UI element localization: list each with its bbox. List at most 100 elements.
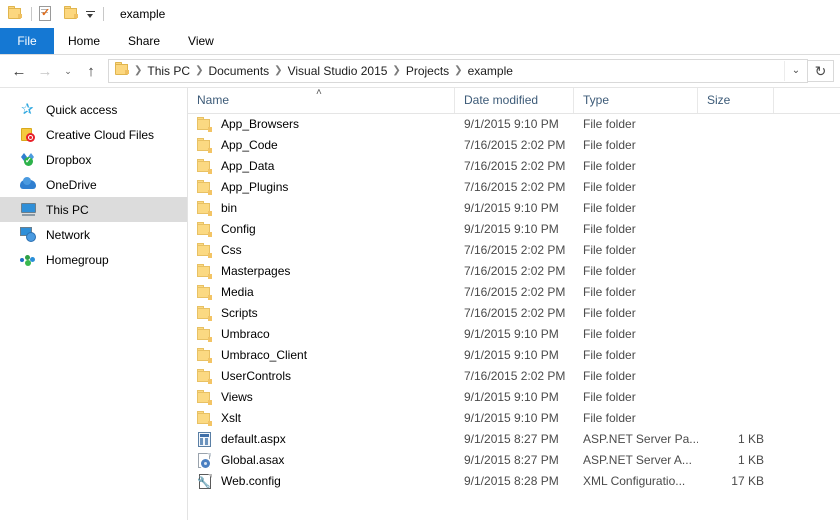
table-row[interactable]: App_Plugins 7/16/2015 2:02 PM File folde… xyxy=(188,177,840,198)
breadcrumb-separator[interactable]: ❯ xyxy=(390,61,402,81)
recent-locations-caret-icon[interactable]: ⌄ xyxy=(58,58,78,84)
type-cell: File folder xyxy=(574,387,698,408)
forward-button[interactable]: → xyxy=(32,58,58,84)
breadcrumb-item-documents[interactable]: Documents xyxy=(205,61,272,81)
file-name-cell: Umbraco_Client xyxy=(188,345,455,366)
table-row[interactable]: Scripts 7/16/2015 2:02 PM File folder xyxy=(188,303,840,324)
sidebar-item-label: OneDrive xyxy=(46,177,97,193)
qat-divider-2 xyxy=(103,7,104,21)
column-header-name[interactable]: Name ˄ xyxy=(188,88,455,113)
date-modified-cell: 9/1/2015 9:10 PM xyxy=(455,345,574,366)
sidebar-item-onedrive[interactable]: OneDrive xyxy=(0,172,187,197)
breadcrumb-separator[interactable]: ❯ xyxy=(452,61,464,81)
breadcrumb-item-this-pc[interactable]: This PC xyxy=(144,61,193,81)
sidebar-item-this-pc[interactable]: This PC xyxy=(0,197,187,222)
file-name-label: App_Browsers xyxy=(221,114,299,135)
column-header-filler xyxy=(774,88,840,113)
breadcrumb[interactable]: ❯ This PC ❯ Documents ❯ Visual Studio 20… xyxy=(108,59,808,83)
breadcrumb-item-projects[interactable]: Projects xyxy=(403,61,452,81)
tab-share[interactable]: Share xyxy=(114,28,174,54)
sidebar-item-creative-cloud-files[interactable]: Creative Cloud Files xyxy=(0,122,187,147)
date-modified-cell: 7/16/2015 2:02 PM xyxy=(455,303,574,324)
folder-icon xyxy=(197,138,213,153)
file-name-label: App_Data xyxy=(221,156,274,177)
sidebar-item-label: Quick access xyxy=(46,102,117,118)
table-row[interactable]: 🔧 Web.config 9/1/2015 8:28 PM XML Config… xyxy=(188,471,840,492)
new-folder-icon[interactable] xyxy=(64,6,80,22)
table-row[interactable]: Umbraco 9/1/2015 9:10 PM File folder xyxy=(188,324,840,345)
column-header-date-modified[interactable]: Date modified xyxy=(455,88,574,113)
creative-cloud-icon xyxy=(20,127,38,143)
table-row[interactable]: App_Data 7/16/2015 2:02 PM File folder xyxy=(188,156,840,177)
table-row[interactable]: default.aspx 9/1/2015 8:27 PM ASP.NET Se… xyxy=(188,429,840,450)
file-name-label: bin xyxy=(221,198,237,219)
table-row[interactable]: Media 7/16/2015 2:02 PM File folder xyxy=(188,282,840,303)
customize-quick-access-toolbar-icon[interactable] xyxy=(85,6,96,22)
sidebar-item-label: This PC xyxy=(46,202,89,218)
sidebar-item-dropbox[interactable]: Dropbox xyxy=(0,147,187,172)
type-cell: File folder xyxy=(574,219,698,240)
file-name-label: App_Code xyxy=(221,135,278,156)
column-header-size[interactable]: Size xyxy=(698,88,774,113)
refresh-button[interactable]: ↻ xyxy=(808,60,834,82)
table-row[interactable]: Umbraco_Client 9/1/2015 9:10 PM File fol… xyxy=(188,345,840,366)
size-cell xyxy=(698,387,774,408)
window-title: example xyxy=(120,0,165,28)
file-name-cell: 🔧 Web.config xyxy=(188,471,455,492)
sidebar-item-label: Creative Cloud Files xyxy=(46,127,154,143)
file-name-cell: Media xyxy=(188,282,455,303)
date-modified-cell: 9/1/2015 9:10 PM xyxy=(455,219,574,240)
breadcrumb-separator[interactable]: ❯ xyxy=(272,61,284,81)
folder-icon xyxy=(197,390,213,405)
table-row[interactable]: bin 9/1/2015 9:10 PM File folder xyxy=(188,198,840,219)
file-name-cell: Css xyxy=(188,240,455,261)
breadcrumb-item-visual-studio-2015[interactable]: Visual Studio 2015 xyxy=(285,61,391,81)
tab-view[interactable]: View xyxy=(174,28,228,54)
tab-home[interactable]: Home xyxy=(54,28,114,54)
table-row[interactable]: Xslt 9/1/2015 9:10 PM File folder xyxy=(188,408,840,429)
file-name-cell: Scripts xyxy=(188,303,455,324)
tab-file[interactable]: File xyxy=(0,28,54,54)
file-name-cell: Views xyxy=(188,387,455,408)
type-cell: File folder xyxy=(574,135,698,156)
table-row[interactable]: App_Code 7/16/2015 2:02 PM File folder xyxy=(188,135,840,156)
type-cell: File folder xyxy=(574,366,698,387)
table-row[interactable]: App_Browsers 9/1/2015 9:10 PM File folde… xyxy=(188,114,840,135)
properties-icon[interactable]: ✓ xyxy=(39,6,55,22)
column-header-row: Name ˄ Date modified Type Size xyxy=(188,88,840,114)
date-modified-cell: 9/1/2015 9:10 PM xyxy=(455,198,574,219)
breadcrumb-item-example[interactable]: example xyxy=(465,61,516,81)
back-button[interactable]: ← xyxy=(6,58,32,84)
table-row[interactable]: Global.asax 9/1/2015 8:27 PM ASP.NET Ser… xyxy=(188,450,840,471)
folder-icon xyxy=(197,117,213,132)
type-cell: File folder xyxy=(574,303,698,324)
date-modified-cell: 7/16/2015 2:02 PM xyxy=(455,156,574,177)
star-icon: ✰ xyxy=(20,102,38,118)
type-cell: File folder xyxy=(574,114,698,135)
folder-icon xyxy=(197,264,213,279)
breadcrumb-separator[interactable]: ❯ xyxy=(193,61,205,81)
up-button[interactable]: ↑ xyxy=(78,58,104,84)
homegroup-icon xyxy=(20,252,38,268)
table-row[interactable]: Config 9/1/2015 9:10 PM File folder xyxy=(188,219,840,240)
table-row[interactable]: Css 7/16/2015 2:02 PM File folder xyxy=(188,240,840,261)
folder-icon xyxy=(197,159,213,174)
size-cell xyxy=(698,261,774,282)
folder-icon xyxy=(197,327,213,342)
sidebar-item-quick-access[interactable]: ✰ Quick access xyxy=(0,97,187,122)
column-header-type[interactable]: Type xyxy=(574,88,698,113)
qat-divider-1 xyxy=(31,7,32,21)
table-row[interactable]: Masterpages 7/16/2015 2:02 PM File folde… xyxy=(188,261,840,282)
size-cell xyxy=(698,282,774,303)
breadcrumb-separator[interactable]: ❯ xyxy=(132,61,144,81)
address-dropdown-caret-icon[interactable]: ⌄ xyxy=(784,61,807,81)
sidebar-item-network[interactable]: Network xyxy=(0,222,187,247)
explorer-window-icon xyxy=(8,6,24,22)
file-name-cell: Config xyxy=(188,219,455,240)
sidebar-item-label: Dropbox xyxy=(46,152,91,168)
size-cell xyxy=(698,408,774,429)
navigation-pane: ✰ Quick access Creative Cloud Files Drop… xyxy=(0,88,188,520)
table-row[interactable]: Views 9/1/2015 9:10 PM File folder xyxy=(188,387,840,408)
sidebar-item-homegroup[interactable]: Homegroup xyxy=(0,247,187,272)
table-row[interactable]: UserControls 7/16/2015 2:02 PM File fold… xyxy=(188,366,840,387)
